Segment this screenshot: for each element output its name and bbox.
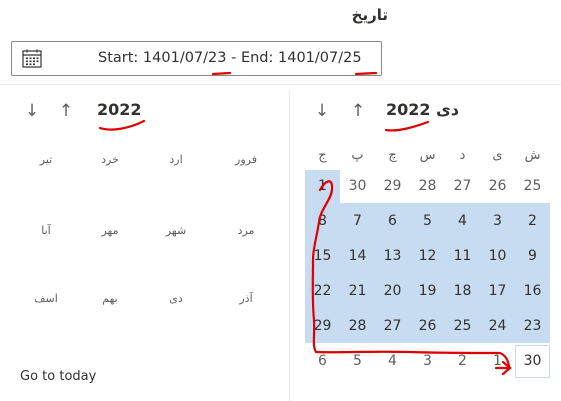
panel-divider bbox=[289, 90, 290, 401]
weekday-label: ج bbox=[318, 148, 327, 163]
day-cell[interactable]: 14 bbox=[340, 240, 375, 273]
month-item[interactable]: تیر bbox=[26, 153, 66, 166]
day-cell[interactable]: 19 bbox=[410, 275, 445, 308]
month-next-button[interactable]: ↑ bbox=[349, 101, 367, 121]
day-cell[interactable]: 25 bbox=[515, 170, 550, 203]
day-cell[interactable]: 24 bbox=[480, 310, 515, 343]
day-cell[interactable]: 27 bbox=[375, 310, 410, 343]
day-cell[interactable]: 18 bbox=[445, 275, 480, 308]
weekday-label: چ bbox=[388, 148, 397, 163]
day-cell[interactable]: 28 bbox=[340, 310, 375, 343]
month-item[interactable]: آذر bbox=[226, 292, 266, 305]
day-cell[interactable]: 26 bbox=[480, 170, 515, 203]
weekday-label: ی bbox=[492, 148, 503, 163]
day-cell[interactable]: 20 bbox=[375, 275, 410, 308]
month-item[interactable]: مرد bbox=[226, 224, 266, 237]
day-cell[interactable]: 21 bbox=[340, 275, 375, 308]
calendar-icon[interactable] bbox=[22, 49, 42, 68]
day-cell[interactable]: 29 bbox=[375, 170, 410, 203]
field-label: تاریخ bbox=[351, 6, 388, 24]
day-cell[interactable]: 4 bbox=[445, 205, 480, 238]
month-item[interactable]: فرور bbox=[226, 153, 266, 166]
month-prev-button[interactable]: ↓ bbox=[313, 101, 331, 121]
day-cell[interactable]: 29 bbox=[305, 310, 340, 343]
year-next-button[interactable]: ↑ bbox=[57, 101, 75, 121]
day-cell[interactable]: 25 bbox=[445, 310, 480, 343]
header-divider bbox=[0, 32, 561, 33]
day-cell[interactable]: 16 bbox=[515, 275, 550, 308]
day-cell[interactable]: 28 bbox=[410, 170, 445, 203]
day-cell[interactable]: 10 bbox=[480, 240, 515, 273]
date-range-value: Start: 1401/07/23 - End: 1401/07/25 bbox=[98, 50, 362, 66]
weekday-label: پ bbox=[351, 148, 364, 163]
month-item[interactable]: اسف bbox=[26, 292, 66, 305]
day-cell[interactable]: 3 bbox=[410, 345, 445, 378]
month-item[interactable]: بهم bbox=[90, 292, 130, 305]
month-year-label[interactable]: دی 2022 bbox=[386, 100, 459, 119]
day-cell[interactable]: 5 bbox=[340, 345, 375, 378]
month-item[interactable]: مهر bbox=[90, 224, 130, 237]
day-cell[interactable]: 17 bbox=[480, 275, 515, 308]
year-label[interactable]: 2022 bbox=[97, 100, 142, 119]
day-cell[interactable]: 11 bbox=[445, 240, 480, 273]
day-cell[interactable]: 12 bbox=[410, 240, 445, 273]
day-cell[interactable]: 6 bbox=[305, 345, 340, 378]
day-cell[interactable]: 26 bbox=[410, 310, 445, 343]
year-prev-button[interactable]: ↓ bbox=[23, 101, 41, 121]
weekday-label: س bbox=[419, 148, 436, 163]
day-cell[interactable]: 30 bbox=[340, 170, 375, 203]
day-cell[interactable]: 23 bbox=[515, 310, 550, 343]
day-cell[interactable]: 27 bbox=[445, 170, 480, 203]
day-cell[interactable]: 2 bbox=[445, 345, 480, 378]
day-cell[interactable]: 1 bbox=[305, 170, 340, 203]
day-cell[interactable]: 15 bbox=[305, 240, 340, 273]
range-end-outline bbox=[515, 345, 550, 378]
day-cell[interactable]: 8 bbox=[305, 205, 340, 238]
day-cell[interactable]: 1 bbox=[480, 345, 515, 378]
day-cell[interactable]: 2 bbox=[515, 205, 550, 238]
month-item[interactable]: ارد bbox=[156, 153, 196, 166]
day-cell[interactable]: 13 bbox=[375, 240, 410, 273]
weekday-label: ش bbox=[524, 148, 541, 163]
day-cell[interactable]: 6 bbox=[375, 205, 410, 238]
month-item[interactable]: آبا bbox=[26, 224, 66, 237]
day-cell[interactable]: 3 bbox=[480, 205, 515, 238]
day-cell[interactable]: 7 bbox=[340, 205, 375, 238]
month-item[interactable]: خرد bbox=[90, 153, 130, 166]
day-cell[interactable]: 5 bbox=[410, 205, 445, 238]
day-cell[interactable]: 9 bbox=[515, 240, 550, 273]
weekday-label: د bbox=[459, 148, 466, 163]
day-cell[interactable]: 22 bbox=[305, 275, 340, 308]
day-cell[interactable]: 4 bbox=[375, 345, 410, 378]
month-item[interactable]: دی bbox=[156, 292, 196, 305]
go-to-today-link[interactable]: Go to today bbox=[20, 369, 96, 384]
date-range-field[interactable]: Start: 1401/07/23 - End: 1401/07/25 bbox=[11, 41, 382, 76]
month-item[interactable]: شهر bbox=[156, 224, 196, 237]
